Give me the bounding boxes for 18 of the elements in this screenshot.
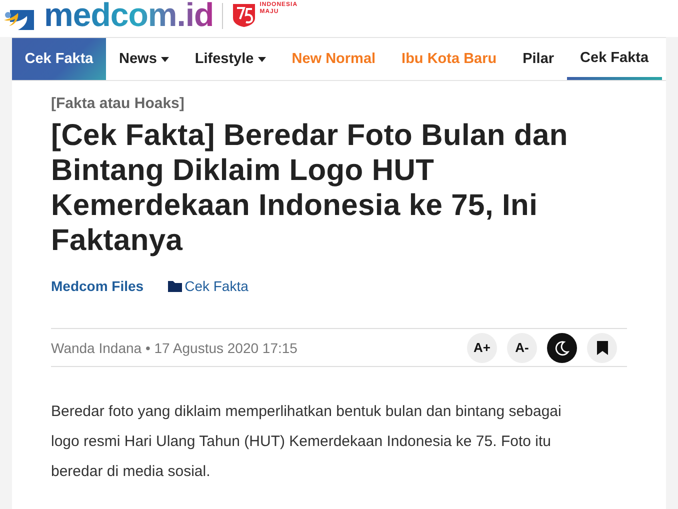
source-link[interactable]: Medcom Files: [51, 278, 144, 294]
font-size-button[interactable]: A-: [507, 332, 537, 362]
article-paragraph: Beredar foto yang diklaim memperlihatkan bentuk bulan dan bintang sebagai logo resmi Hari Ulang Tahun (HUT) Kemerdekaan Indonesia ke 75. Foto itu beredar di media sosial.: [51, 402, 562, 482]
article-kicker: [Fakta atau Hoaks]: [51, 95, 186, 112]
nav-tab[interactable]: Lifestyle: [182, 38, 279, 80]
section-tab[interactable]: Cek Fakta: [12, 38, 106, 80]
bookmark-icon: [596, 340, 608, 354]
font-size-button[interactable]: A+: [467, 332, 497, 362]
site-logo[interactable]: medcom.id: [44, 0, 214, 30]
byline: Wanda Indana • 17 Agustus 2020 17:15: [51, 340, 298, 356]
nav-tab[interactable]: Pilar: [510, 38, 568, 80]
bookmark-button[interactable]: [587, 332, 617, 362]
dark-mode-button[interactable]: [547, 332, 577, 362]
article-title: [Cek Fakta] Beredar Foto Bulan dan Bintang Diklaim Logo HUT Kemerdekaan Indonesia ke 75, Ini Faktanya: [51, 118, 569, 258]
folder-icon: [168, 280, 182, 292]
nav-tab[interactable]: News: [106, 38, 182, 80]
moon-icon: [554, 340, 570, 356]
category-link[interactable]: Cek Fakta: [184, 278, 248, 294]
